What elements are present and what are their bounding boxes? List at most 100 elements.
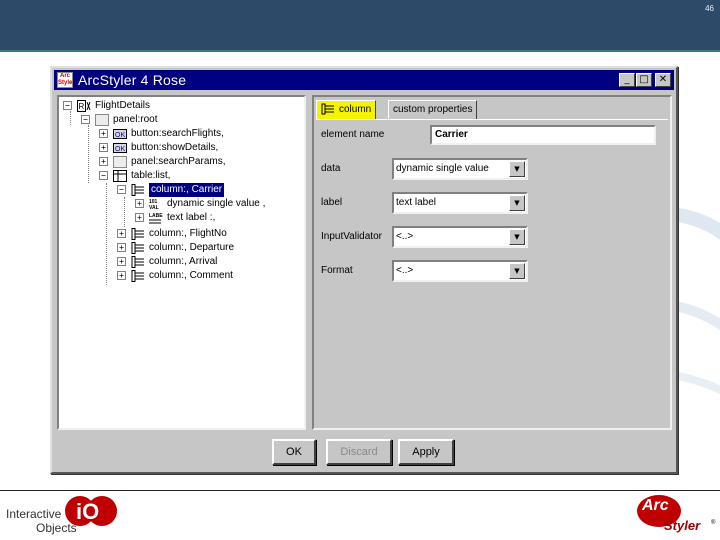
expand-icon[interactable]: + <box>99 143 108 152</box>
tree-node-label: column:, FlightNo <box>149 228 227 239</box>
chevron-down-icon[interactable]: ▼ <box>509 229 525 245</box>
collapse-icon[interactable]: − <box>117 185 126 194</box>
element-name-label: element name <box>321 129 385 140</box>
apply-button[interactable]: Apply <box>398 439 454 465</box>
tree-node[interactable]: − panel:root <box>59 113 304 127</box>
expand-icon[interactable]: + <box>117 257 126 266</box>
svg-text:iO: iO <box>76 499 99 524</box>
column-icon <box>131 242 145 254</box>
property-tabs: column custom properties <box>314 97 670 119</box>
table-icon <box>113 170 127 182</box>
svg-text:R: R <box>79 102 85 111</box>
tree-node[interactable]: + column:, Arrival <box>59 255 304 269</box>
tree-node-label: FlightDetails <box>95 100 151 111</box>
slide: 46 Arc Styler ArcStyler 4 Rose _ □ ✕ −RF… <box>0 0 720 540</box>
arcstyler-logo-styler: Styler <box>664 518 701 533</box>
format-select[interactable]: <..> ▼ <box>392 260 528 282</box>
expand-icon[interactable]: + <box>99 129 108 138</box>
tree-node[interactable]: + OK button:searchFlights, <box>59 127 304 141</box>
expand-icon[interactable]: + <box>117 229 126 238</box>
collapse-icon[interactable]: − <box>99 171 108 180</box>
svg-text:VAL: VAL <box>149 205 159 210</box>
tree-node-label: panel:root <box>113 114 158 125</box>
svg-text:LABEL: LABEL <box>149 213 163 219</box>
input-validator-label: InputValidator <box>321 231 382 242</box>
column-icon <box>131 228 145 240</box>
tree-node-label: table:list, <box>131 170 171 181</box>
svg-text:OK: OK <box>115 146 125 153</box>
dialog-button-bar: OK Discard Apply <box>54 434 674 472</box>
arcstyler-logo-arc: Arc <box>642 497 669 514</box>
tree-node[interactable]: + column:, FlightNo <box>59 227 304 241</box>
tree-node-label: button:showDetails, <box>131 142 219 153</box>
expand-icon[interactable]: + <box>135 199 144 208</box>
tree-node[interactable]: + column:, Departure <box>59 241 304 255</box>
ok-button[interactable]: OK <box>272 439 316 465</box>
maximize-button[interactable]: □ <box>636 73 652 87</box>
panel-icon <box>113 156 127 168</box>
label-select[interactable]: text label ▼ <box>392 192 528 214</box>
input-validator-select-value: <..> <box>396 231 414 242</box>
properties-body: element name Carrier data dynamic single… <box>316 119 668 426</box>
arcstyler-logo: Arc Styler ® <box>634 493 718 540</box>
window-titlebar[interactable]: Arc Styler ArcStyler 4 Rose _ □ ✕ <box>54 70 674 90</box>
tree-node-label: panel:searchParams, <box>131 156 226 167</box>
io-logo-text-line1: Interactive <box>6 507 62 521</box>
tree-node[interactable]: − R FlightDetails <box>59 99 304 113</box>
tree-node-label: column:, Departure <box>149 242 235 253</box>
tree-node-label: text label :, <box>167 212 216 223</box>
button-widget-icon: OK <box>113 142 127 154</box>
tree-node[interactable]: + panel:searchParams, <box>59 155 304 169</box>
expand-icon[interactable]: + <box>117 243 126 252</box>
tab-custom-properties[interactable]: custom properties <box>388 100 478 119</box>
discard-button[interactable]: Discard <box>326 439 392 465</box>
tree-node-label: dynamic single value , <box>167 198 266 209</box>
tree-node[interactable]: + LABEL text label :, <box>59 211 304 225</box>
header-band-accent <box>0 50 720 52</box>
tree-node[interactable]: +101 VAL dynamic single value , <box>59 197 304 211</box>
column-icon <box>321 103 334 115</box>
element-tree[interactable]: − R FlightDetails − panel:root + OK button:sear… <box>57 95 306 430</box>
interactive-objects-logo: iO Interactive Objects <box>2 493 132 540</box>
expand-icon[interactable]: + <box>117 271 126 280</box>
column-icon <box>131 184 145 196</box>
data-label: data <box>321 163 341 174</box>
tree-node[interactable]: + column:, Comment <box>59 269 304 283</box>
column-icon <box>131 256 145 268</box>
chevron-down-icon[interactable]: ▼ <box>509 161 525 177</box>
format-select-value: <..> <box>396 265 414 276</box>
chevron-down-icon[interactable]: ▼ <box>509 263 525 279</box>
text-label-icon: LABEL <box>149 212 166 224</box>
tree-node[interactable]: − column:, Carrier <box>59 183 304 197</box>
tree-node[interactable]: + OK button:showDetails, <box>59 141 304 155</box>
close-button[interactable]: ✕ <box>655 73 671 87</box>
tree-node-label: column:, Comment <box>149 270 233 281</box>
svg-text:OK: OK <box>115 132 125 139</box>
minimize-button[interactable]: _ <box>619 73 635 87</box>
chevron-down-icon[interactable]: ▼ <box>509 195 525 211</box>
element-name-field[interactable]: Carrier <box>430 125 656 145</box>
page-number: 46 <box>705 4 714 13</box>
io-logo-text-line2: Objects <box>36 521 77 535</box>
tree-node-label-selected: column:, Carrier <box>149 183 225 197</box>
column-icon <box>131 270 145 282</box>
tab-column-label: column <box>339 104 372 115</box>
collapse-icon[interactable]: − <box>63 101 72 110</box>
format-label: Format <box>321 265 353 276</box>
tree-node-label: column:, Arrival <box>149 256 218 267</box>
dynamic-value-icon: 101 VAL <box>149 198 163 211</box>
arcstyler-window: Arc Styler ArcStyler 4 Rose _ □ ✕ −RFlig… <box>50 66 678 474</box>
data-select[interactable]: dynamic single value ▼ <box>392 158 528 180</box>
collapse-icon[interactable]: − <box>81 115 90 124</box>
footer-rule <box>0 490 720 491</box>
label-select-value: text label <box>396 197 437 208</box>
input-validator-select[interactable]: <..> ▼ <box>392 226 528 248</box>
component-root-icon: R <box>77 100 91 112</box>
data-select-value: dynamic single value <box>396 163 489 174</box>
expand-icon[interactable]: + <box>99 157 108 166</box>
tab-column[interactable]: column <box>316 100 377 119</box>
tree-node-label: button:searchFlights, <box>131 128 224 139</box>
expand-icon[interactable]: + <box>135 213 144 222</box>
header-band: 46 <box>0 0 720 50</box>
tree-node[interactable]: − table:list, <box>59 169 304 183</box>
